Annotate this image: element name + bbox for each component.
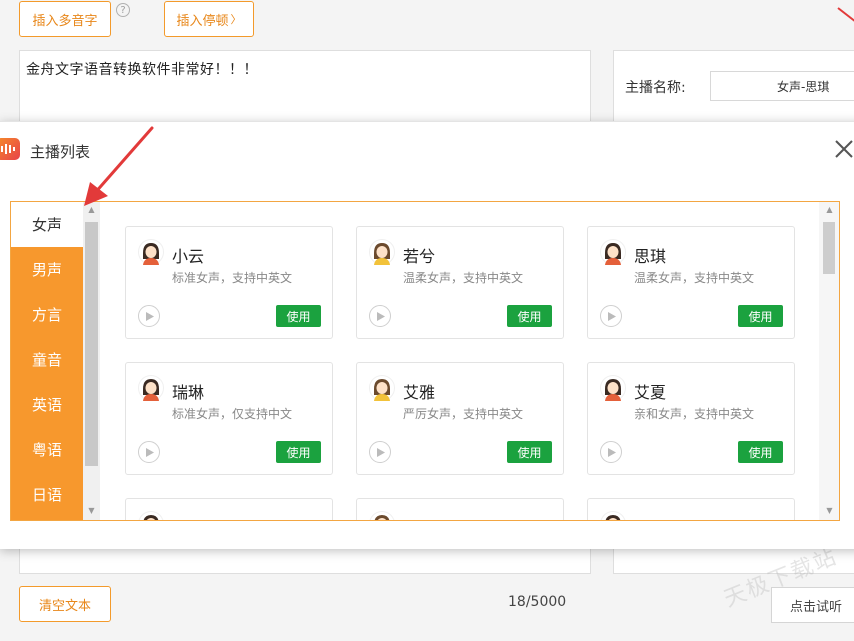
help-icon[interactable]: ? xyxy=(116,3,130,17)
voice-name: 思琪 xyxy=(634,247,667,266)
try-listen-button[interactable]: 点击试听 xyxy=(771,587,854,623)
voice-description: 标准女声，仅支持中文 xyxy=(172,407,293,421)
avatar xyxy=(138,511,164,520)
category-english[interactable]: 英语 xyxy=(11,382,83,427)
voice-name: 艾美 xyxy=(172,515,204,520)
use-button[interactable]: 使用 xyxy=(507,305,552,327)
category-scroll-thumb[interactable] xyxy=(85,222,98,466)
clear-text-button[interactable]: 清空文本 xyxy=(19,586,111,622)
voice-scrollbar[interactable]: ▲ ▼ xyxy=(819,202,839,520)
insert-pause-label: 插入停顿 xyxy=(176,13,229,29)
use-button[interactable]: 使用 xyxy=(738,305,783,327)
anchor-list-dialog: 主播列表 女声 男声 方言 童音 英语 粤语 日语 ▲ ▼ 小云标准女声，支持中… xyxy=(0,121,854,549)
category-dialect[interactable]: 方言 xyxy=(11,292,83,337)
scroll-down-icon[interactable]: ▼ xyxy=(86,506,97,516)
avatar xyxy=(600,239,626,265)
voice-name: 瑞琳 xyxy=(172,383,205,402)
voice-name: 艾雅 xyxy=(403,383,436,402)
play-icon[interactable] xyxy=(138,305,160,327)
category-scrollbar[interactable]: ▲ ▼ xyxy=(83,202,100,520)
play-icon[interactable] xyxy=(369,441,391,463)
category-japanese[interactable]: 日语 xyxy=(11,472,83,517)
avatar xyxy=(138,239,164,265)
chevron-right-icon: 〉 xyxy=(230,13,242,26)
avatar xyxy=(138,375,164,401)
avatar xyxy=(600,511,626,520)
avatar xyxy=(600,375,626,401)
dialog-title: 主播列表 xyxy=(30,143,91,161)
editor-text: 金舟文字语音转换软件非常好！！！ xyxy=(26,62,258,78)
voice-card[interactable]: 艾夏亲和女声，支持中英文使用 xyxy=(587,362,795,475)
voice-card[interactable]: 艾悦 xyxy=(587,498,795,520)
voice-grid: 小云 标准女声，支持中英文 使用 若兮 温柔女声，支持中英文 使用 思琪 温柔女声，支持中英文… xyxy=(101,202,819,520)
avatar xyxy=(369,239,395,265)
use-button[interactable]: 使用 xyxy=(738,441,783,463)
use-button[interactable]: 使用 xyxy=(276,305,321,327)
red-arrow-fragment-icon xyxy=(837,7,854,22)
avatar xyxy=(369,375,395,401)
voice-description: 标准女声，支持中英文 xyxy=(172,271,293,285)
close-icon[interactable] xyxy=(833,138,854,160)
anchor-name-label: 主播名称: xyxy=(625,80,686,96)
voice-description: 亲和女声，支持中英文 xyxy=(634,407,755,421)
scroll-up-icon[interactable]: ▲ xyxy=(86,205,97,215)
category-cantonese[interactable]: 粤语 xyxy=(11,427,83,472)
voice-name: 艾悦 xyxy=(634,515,666,520)
voice-name: 艾夏 xyxy=(634,383,667,402)
voice-scroll-thumb[interactable] xyxy=(823,222,835,274)
app-logo-icon xyxy=(0,138,20,160)
voice-description: 温柔女声，支持中英文 xyxy=(634,271,755,285)
scroll-up-icon[interactable]: ▲ xyxy=(824,205,835,215)
anchor-name-field[interactable]: 女声-思琪 xyxy=(710,71,854,101)
play-icon[interactable] xyxy=(138,441,160,463)
play-icon[interactable] xyxy=(600,441,622,463)
voice-card[interactable]: 艾丽 xyxy=(356,498,564,520)
dialog-header: 主播列表 xyxy=(0,122,854,174)
voice-card[interactable]: 艾美 xyxy=(125,498,333,520)
category-male[interactable]: 男声 xyxy=(11,247,83,292)
voice-card[interactable]: 艾雅严厉女声，支持中英文使用 xyxy=(356,362,564,475)
use-button[interactable]: 使用 xyxy=(507,441,552,463)
voice-name: 艾丽 xyxy=(403,515,435,520)
voice-card[interactable]: 思琪温柔女声，支持中英文使用 xyxy=(587,226,795,339)
dialog-body: 女声 男声 方言 童音 英语 粤语 日语 ▲ ▼ 小云 标准女声，支持中英文 使用若… xyxy=(10,201,840,521)
category-child[interactable]: 童音 xyxy=(11,337,83,382)
avatar xyxy=(369,511,395,520)
voice-card[interactable]: 若兮温柔女声，支持中英文使用 xyxy=(356,226,564,339)
voice-card[interactable]: 小云标准女声，支持中英文使用 xyxy=(125,226,333,339)
insert-polyphone-button[interactable]: 插入多音字 xyxy=(19,1,111,37)
voice-card[interactable]: 瑞琳标准女声，仅支持中文使用 xyxy=(125,362,333,475)
voice-name: 若兮 xyxy=(403,247,436,266)
category-female[interactable]: 女声 xyxy=(11,202,83,247)
insert-pause-button[interactable]: 插入停顿 〉 xyxy=(164,1,254,37)
use-button[interactable]: 使用 xyxy=(276,441,321,463)
scroll-down-icon[interactable]: ▼ xyxy=(824,506,835,516)
voice-name: 小云 xyxy=(172,247,205,266)
char-counter: 18/5000 xyxy=(508,594,567,610)
play-icon[interactable] xyxy=(600,305,622,327)
voice-description: 温柔女声，支持中英文 xyxy=(403,271,524,285)
category-list: 女声 男声 方言 童音 英语 粤语 日语 xyxy=(11,202,83,520)
voice-description: 严厉女声，支持中英文 xyxy=(403,407,524,421)
play-icon[interactable] xyxy=(369,305,391,327)
